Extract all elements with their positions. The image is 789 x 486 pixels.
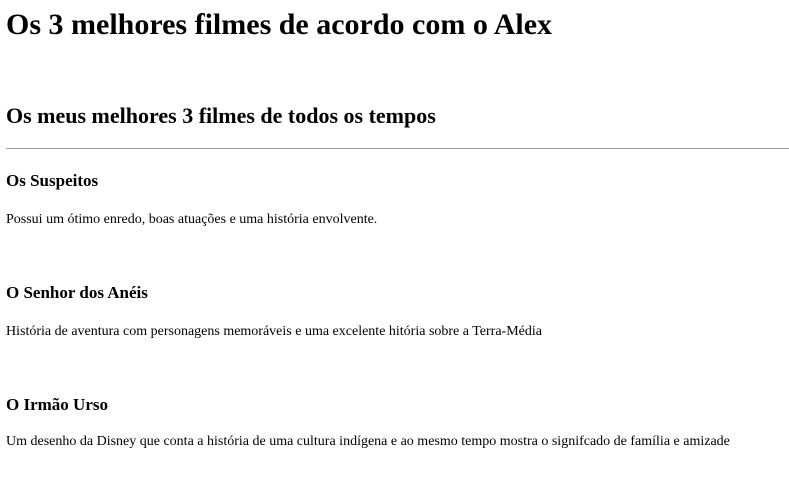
section-title: Os meus melhores 3 filmes de todos os te…: [6, 103, 436, 128]
divider: [6, 148, 789, 149]
movie-entry-os-suspeitos: Os Suspeitos Possui um ótimo enredo, boa…: [6, 171, 781, 229]
movie-title: Os Suspeitos: [6, 171, 99, 190]
movie-description: História de aventura com personagens mem…: [6, 324, 542, 339]
page-title: Os 3 melhores filmes de acordo com o Ale…: [6, 8, 553, 41]
movie-title: O Irmão Urso: [6, 395, 108, 414]
movie-entry-o-senhor-dos-aneis: O Senhor dos Anéis História de aventura …: [6, 283, 781, 341]
movie-description: Possui um ótimo enredo, boas atuações e …: [6, 212, 378, 227]
movie-title: O Senhor dos Anéis: [6, 283, 148, 302]
movie-description: Um desenho da Disney que conta a históri…: [6, 434, 730, 449]
movie-entry-o-irmao-urso: O Irmão Urso Um desenho da Disney que co…: [6, 395, 781, 451]
page: Os 3 melhores filmes de acordo com o Ale…: [0, 8, 789, 451]
